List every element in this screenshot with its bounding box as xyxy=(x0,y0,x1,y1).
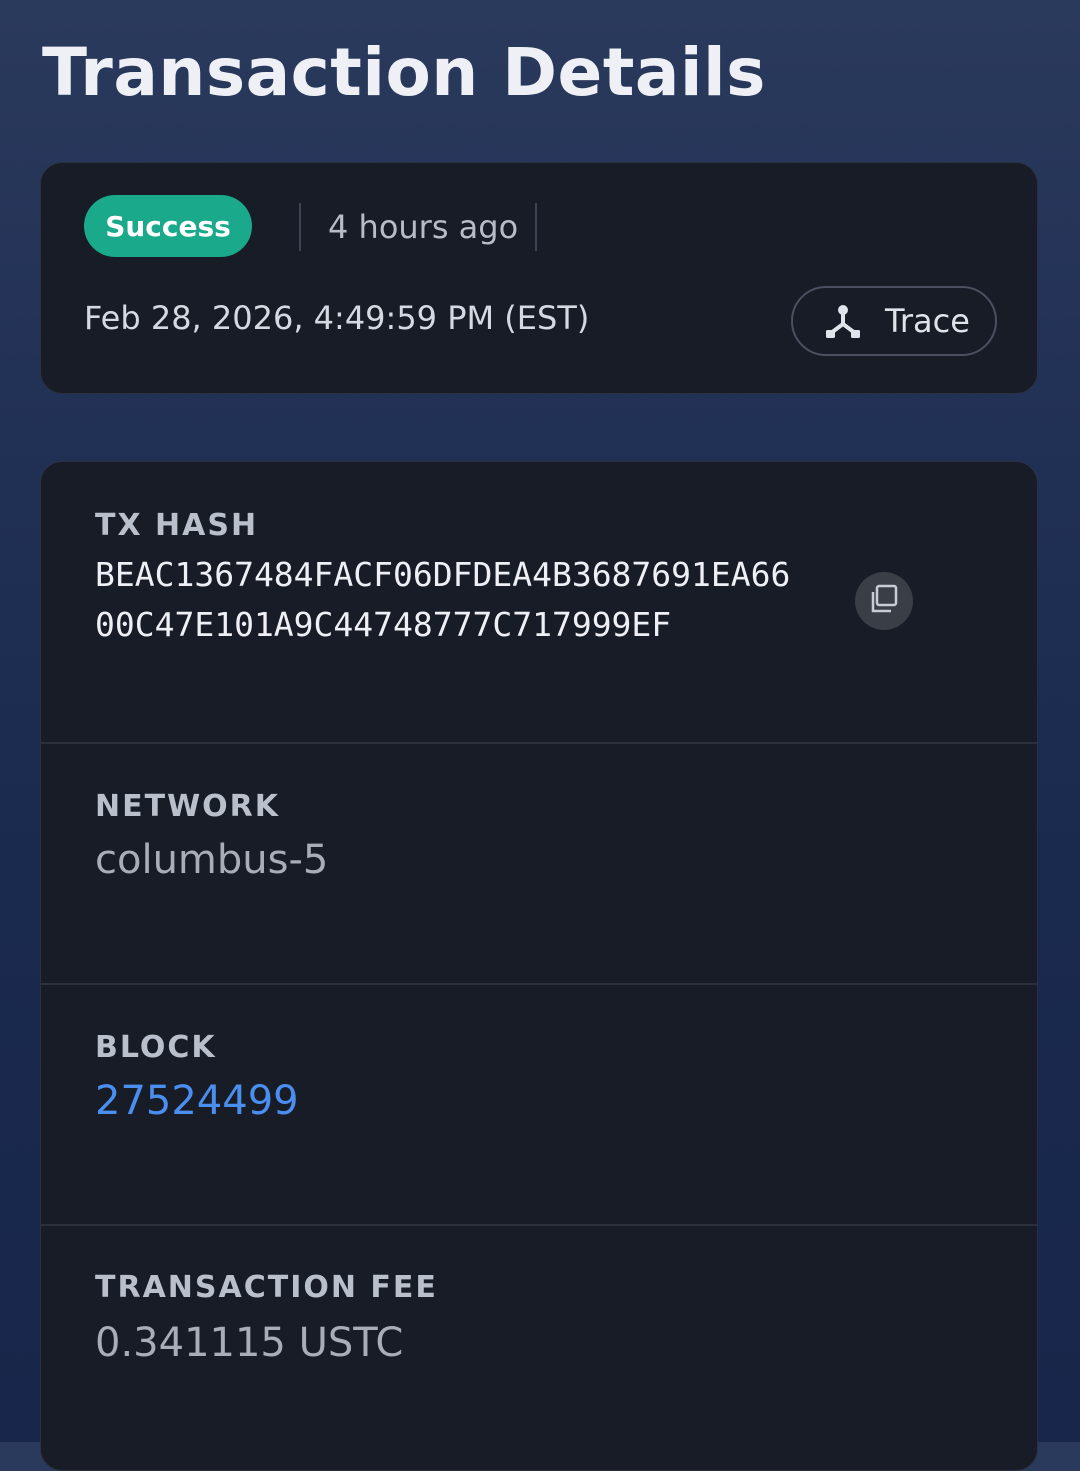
network-label: NETWORK xyxy=(95,789,281,824)
status-card: Success 4 hours ago Feb 28, 2026, 4:49:5… xyxy=(40,162,1038,394)
block-row: BLOCK 27524499 xyxy=(41,985,1037,1226)
tx-hash-row: TX HASH BEAC1367484FACF06DFDEA4B3687691E… xyxy=(41,462,1037,744)
fee-value: 0.341115 USTC xyxy=(95,1320,404,1366)
fee-label: TRANSACTION FEE xyxy=(95,1270,438,1305)
network-row: NETWORK columbus-5 xyxy=(41,744,1037,985)
copy-button[interactable] xyxy=(855,572,913,630)
block-link[interactable]: 27524499 xyxy=(95,1078,299,1124)
copy-icon xyxy=(868,583,900,619)
trace-button[interactable]: Trace xyxy=(791,286,997,356)
tx-hash-value: BEAC1367484FACF06DFDEA4B3687691EA6600C47… xyxy=(95,555,791,644)
page-title: Transaction Details xyxy=(42,34,766,111)
time-ago: 4 hours ago xyxy=(328,208,519,246)
block-label: BLOCK xyxy=(95,1030,217,1065)
status-badge: Success xyxy=(84,195,252,257)
details-card: TX HASH BEAC1367484FACF06DFDEA4B3687691E… xyxy=(40,461,1038,1471)
trace-button-label: Trace xyxy=(885,302,970,340)
network-value: columbus-5 xyxy=(95,837,329,883)
timestamp: Feb 28, 2026, 4:49:59 PM (EST) xyxy=(84,299,590,337)
divider xyxy=(299,203,301,251)
trace-fork-icon xyxy=(823,301,863,341)
tx-hash-label: TX HASH xyxy=(95,508,259,543)
divider xyxy=(535,203,537,251)
fee-row: TRANSACTION FEE 0.341115 USTC xyxy=(41,1226,1037,1470)
